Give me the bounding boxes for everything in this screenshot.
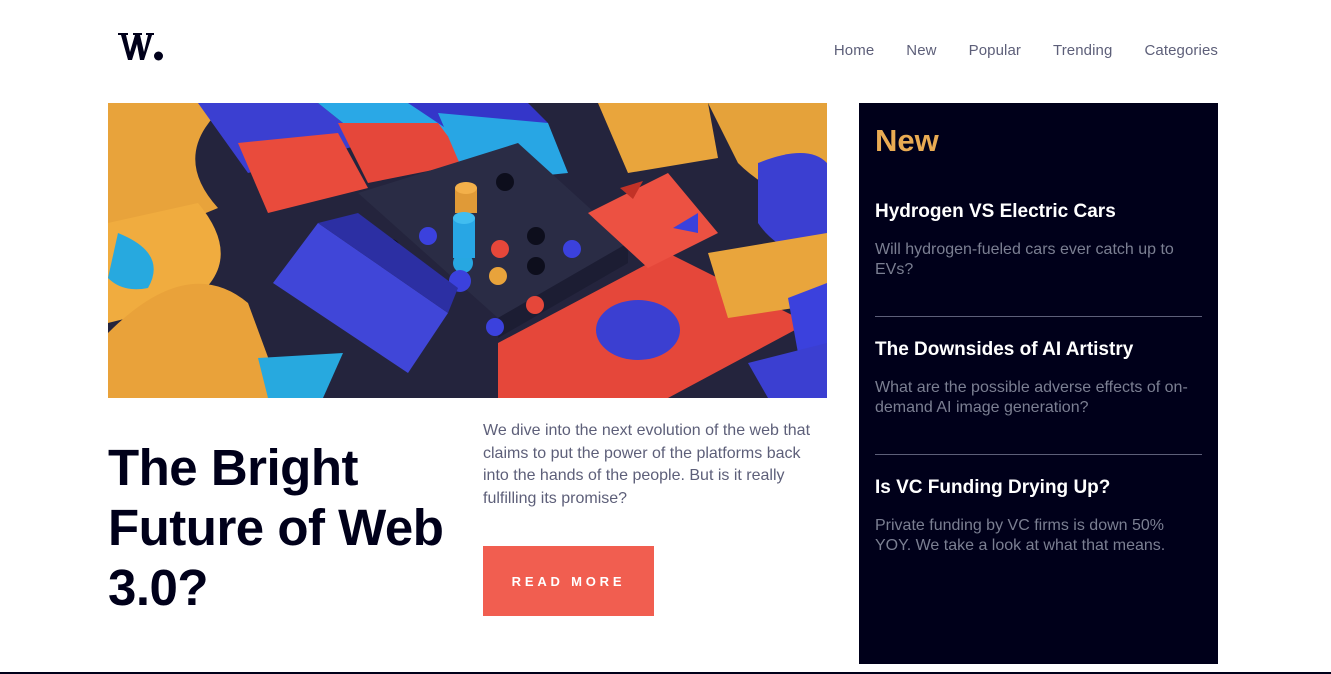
new-articles-sidebar: New Hydrogen VS Electric Cars Will hydro… <box>859 103 1218 664</box>
sidebar-article-desc: Private funding by VC firms is down 50% … <box>875 517 1166 554</box>
sidebar-article[interactable]: Hydrogen VS Electric Cars Will hydrogen-… <box>875 199 1202 280</box>
nav-home[interactable]: Home <box>834 42 874 59</box>
sidebar-list: Hydrogen VS Electric Cars Will hydrogen-… <box>875 199 1202 556</box>
nav-new[interactable]: New <box>906 42 936 59</box>
nav-categories[interactable]: Categories <box>1144 42 1218 59</box>
sidebar-article-title[interactable]: The Downsides of AI Artistry <box>875 337 1202 363</box>
sidebar-article-title[interactable]: Is VC Funding Drying Up? <box>875 475 1202 501</box>
divider <box>875 454 1202 455</box>
sidebar-article[interactable]: The Downsides of AI Artistry What are th… <box>875 337 1202 418</box>
nav-popular[interactable]: Popular <box>969 42 1021 59</box>
abstract-blocks-image-icon <box>108 103 827 398</box>
logo-mark-icon <box>118 33 163 61</box>
divider <box>875 316 1202 317</box>
logo[interactable] <box>118 30 164 62</box>
nav-trending[interactable]: Trending <box>1053 42 1112 59</box>
sidebar-article-desc: What are the possible adverse effects of… <box>875 379 1188 416</box>
hero-headline: The Bright Future of Web 3.0? <box>108 439 444 616</box>
sidebar-article-title[interactable]: Hydrogen VS Electric Cars <box>875 199 1202 225</box>
main-nav: Home New Popular Trending Categories <box>834 42 1218 59</box>
sidebar-article[interactable]: Is VC Funding Drying Up? Private funding… <box>875 475 1202 556</box>
sidebar-title: New <box>875 123 939 158</box>
read-more-button[interactable]: READ MORE <box>483 546 654 616</box>
hero-image <box>108 103 827 398</box>
hero-blurb: We dive into the next evolution of the w… <box>483 422 811 507</box>
sidebar-article-desc: Will hydrogen-fueled cars ever catch up … <box>875 241 1174 278</box>
